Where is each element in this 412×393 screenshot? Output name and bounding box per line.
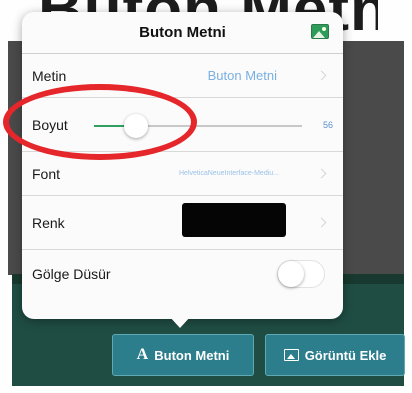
text-icon: A bbox=[136, 346, 149, 363]
chevron-right-icon bbox=[316, 168, 327, 179]
image-icon bbox=[283, 349, 299, 361]
row-font-label: Font bbox=[32, 165, 61, 182]
row-color[interactable]: Renk bbox=[22, 196, 343, 250]
row-font-value: HelveticaNeueInterface-Mediu... bbox=[179, 170, 279, 177]
picture-icon[interactable] bbox=[311, 24, 329, 39]
row-shadow-label: Gölge Düsür bbox=[32, 266, 111, 282]
annotation-circle bbox=[3, 84, 197, 160]
chevron-right-icon bbox=[316, 217, 327, 228]
popover-header: Buton Metni bbox=[22, 12, 343, 54]
add-image-button[interactable]: Görüntü Ekle bbox=[265, 334, 405, 376]
row-text-value: Buton Metni bbox=[207, 68, 277, 83]
add-image-button-label: Görüntü Ekle bbox=[304, 347, 387, 363]
row-shadow: Gölge Düsür bbox=[22, 250, 343, 298]
shadow-toggle[interactable] bbox=[277, 260, 325, 288]
toggle-knob bbox=[278, 261, 304, 287]
popover-arrow bbox=[169, 316, 191, 328]
row-font[interactable]: Font HelveticaNeueInterface-Mediu... bbox=[22, 152, 343, 196]
color-swatch[interactable] bbox=[182, 203, 286, 237]
row-color-label: Renk bbox=[32, 214, 65, 231]
text-settings-popover: Buton Metni Metin Buton Metni Boyut 56 F… bbox=[22, 12, 343, 319]
text-button-label: Buton Metni bbox=[154, 347, 230, 363]
text-button[interactable]: A Buton Metni bbox=[112, 334, 254, 376]
size-value: 56 bbox=[322, 119, 333, 130]
popover-title: Buton Metni bbox=[139, 24, 226, 41]
chevron-right-icon bbox=[316, 70, 327, 81]
row-text-label: Metin bbox=[32, 67, 67, 84]
